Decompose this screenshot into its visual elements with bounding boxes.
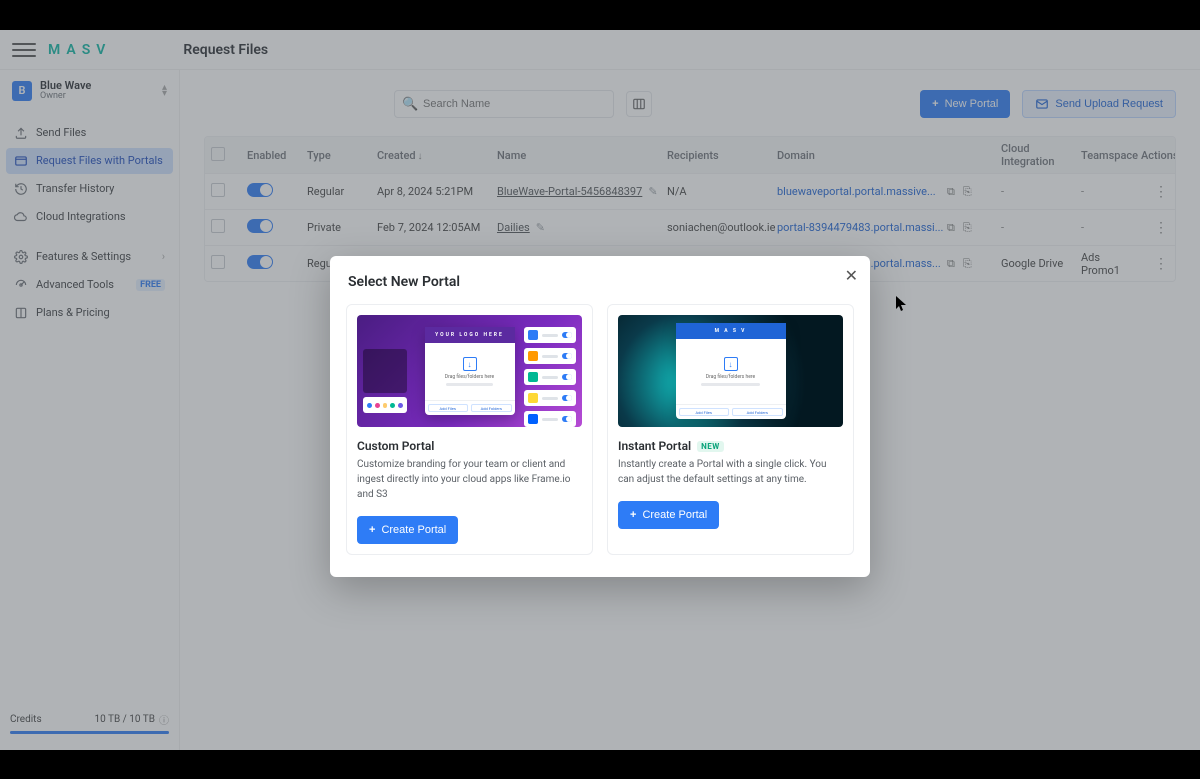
close-button[interactable]: ✕ (845, 266, 858, 285)
card-description: Instantly create a Portal with a single … (618, 457, 843, 487)
thumb-add-folders: Add Folders (471, 404, 512, 412)
upload-icon (724, 357, 738, 371)
card-custom-portal: YOUR LOGO HERE Drag files/folders here A… (346, 304, 593, 555)
thumb-drop-text: Drag files/folders here (706, 374, 755, 380)
thumb-banner: M A S V (676, 323, 786, 339)
thumb-drop-text: Drag files/folders here (445, 374, 494, 380)
upload-icon (463, 357, 477, 371)
modal-cards: YOUR LOGO HERE Drag files/folders here A… (346, 304, 854, 555)
integration-icon (528, 393, 538, 403)
thumb-add-folders: Add Folders (732, 408, 783, 416)
button-label: Create Portal (381, 524, 446, 536)
thumb-banner: YOUR LOGO HERE (425, 327, 515, 343)
create-instant-portal-button[interactable]: + Create Portal (618, 501, 719, 529)
thumb-add-files: Add Files (428, 404, 469, 412)
button-label: Create Portal (642, 509, 707, 521)
new-badge: NEW (697, 441, 724, 452)
integration-icon (528, 330, 538, 340)
card-instant-portal: M A S V Drag files/folders here Add File… (607, 304, 854, 555)
plus-icon: + (630, 509, 636, 521)
card-title: Instant Portal (618, 439, 691, 453)
letterbox-bottom (0, 750, 1200, 779)
card-thumbnail: YOUR LOGO HERE Drag files/folders here A… (357, 315, 582, 427)
app-shell: MASV Request Files B Blue Wave Owner ▴▾ … (0, 30, 1200, 750)
integration-icon (528, 372, 538, 382)
letterbox-top (0, 0, 1200, 30)
card-thumbnail: M A S V Drag files/folders here Add File… (618, 315, 843, 427)
modal-scrim[interactable]: ✕ Select New Portal YOUR LOGO HERE (0, 30, 1200, 750)
thumb-add-files: Add Files (679, 408, 730, 416)
card-title: Custom Portal (357, 439, 434, 453)
integration-icon (528, 351, 538, 361)
cursor-icon (896, 296, 906, 310)
select-new-portal-modal: ✕ Select New Portal YOUR LOGO HERE (330, 256, 870, 577)
integration-icon (528, 414, 538, 424)
plus-icon: + (369, 524, 375, 536)
modal-title: Select New Portal (348, 274, 854, 290)
silhouette-icon (363, 349, 407, 393)
color-palette (363, 397, 407, 413)
create-custom-portal-button[interactable]: + Create Portal (357, 516, 458, 544)
card-description: Customize branding for your team or clie… (357, 457, 582, 502)
